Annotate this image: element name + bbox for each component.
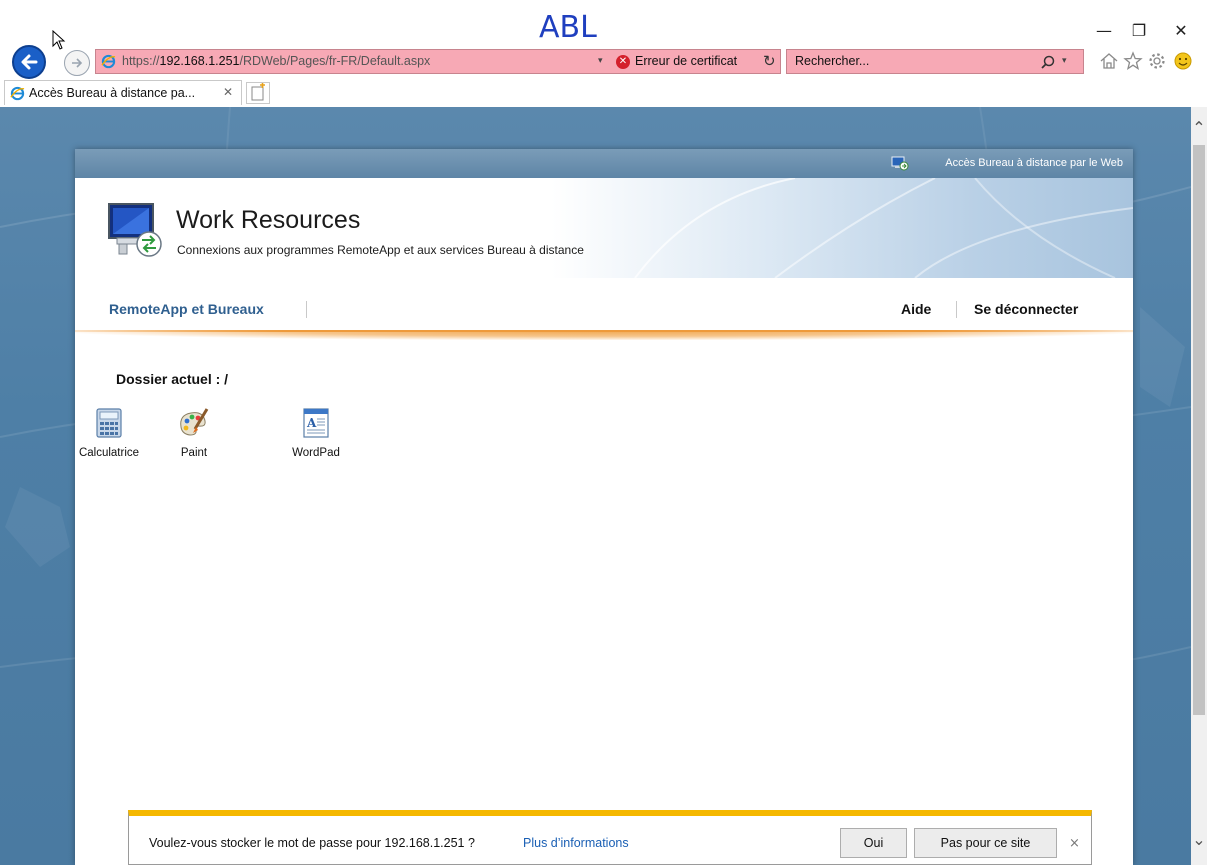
current-folder-label: Dossier actuel : / bbox=[116, 371, 229, 387]
app-label: Calculatrice bbox=[78, 447, 140, 459]
url-prefix: https:// bbox=[122, 54, 160, 68]
page-viewport: Accès Bureau à distance par le Web Work … bbox=[0, 107, 1191, 865]
remote-desktop-icon bbox=[108, 203, 162, 257]
ie-logo-icon bbox=[101, 54, 116, 69]
certificate-error-icon[interactable]: ✕ bbox=[616, 55, 630, 69]
app-tile-paint[interactable]: Paint bbox=[154, 407, 234, 477]
nav-divider bbox=[306, 301, 307, 318]
browser-tab[interactable]: Accès Bureau à distance pa... ✕ bbox=[4, 80, 242, 105]
url-text[interactable]: https://192.168.1.251/RDWeb/Pages/fr-FR/… bbox=[122, 54, 430, 68]
forward-button[interactable] bbox=[64, 50, 90, 76]
ie-logo-icon bbox=[10, 86, 25, 101]
search-input[interactable]: Rechercher... bbox=[795, 54, 869, 68]
browser-chrome: ABL — ❐ ✕ https://192.168.1.251/RDWeb/Pa… bbox=[0, 0, 1207, 107]
close-window-button[interactable]: ✕ bbox=[1170, 20, 1192, 42]
page-title: Work Resources bbox=[176, 206, 361, 234]
home-icon[interactable] bbox=[1098, 50, 1120, 72]
scroll-down-icon[interactable]: ⌄ bbox=[1192, 830, 1206, 850]
app-label: Paint bbox=[180, 447, 208, 459]
rdweb-nav: RemoteApp et Bureaux Aide Se déconnecter bbox=[75, 278, 1133, 330]
url-host: 192.168.1.251 bbox=[159, 54, 240, 68]
nav-remoteapp-tab[interactable]: RemoteApp et Bureaux bbox=[109, 301, 264, 317]
handwritten-annotation: ABL bbox=[539, 10, 597, 45]
back-arrow-icon bbox=[21, 54, 38, 70]
tab-title: Accès Bureau à distance pa... bbox=[29, 86, 196, 100]
app-tile-calculatrice[interactable]: Calculatrice bbox=[69, 407, 149, 477]
yes-button[interactable]: Oui bbox=[840, 828, 907, 858]
new-tab-button[interactable] bbox=[246, 82, 270, 104]
favorites-star-icon[interactable] bbox=[1122, 50, 1144, 72]
minimize-button[interactable]: — bbox=[1093, 20, 1115, 42]
save-password-notification: Voulez-vous stocker le mot de passe pour… bbox=[128, 810, 1092, 865]
url-path: /RDWeb/Pages/fr-FR/Default.aspx bbox=[239, 54, 431, 68]
search-icon[interactable] bbox=[1040, 54, 1056, 70]
svg-text:ABL: ABL bbox=[539, 10, 597, 45]
address-bar[interactable]: https://192.168.1.251/RDWeb/Pages/fr-FR/… bbox=[95, 49, 781, 74]
rdweb-page: Accès Bureau à distance par le Web Work … bbox=[75, 149, 1133, 865]
scrollbar-thumb[interactable] bbox=[1193, 145, 1205, 715]
remote-desktop-small-icon bbox=[891, 156, 909, 171]
mouse-cursor-icon bbox=[52, 30, 66, 50]
more-info-link[interactable]: Plus d’informations bbox=[523, 836, 629, 850]
back-button[interactable] bbox=[12, 45, 46, 79]
restore-button[interactable]: ❐ bbox=[1128, 20, 1150, 42]
forward-arrow-icon bbox=[72, 58, 83, 68]
notification-message: Voulez-vous stocker le mot de passe pour… bbox=[149, 836, 475, 850]
new-tab-icon bbox=[251, 83, 265, 101]
rdweb-service-label: Accès Bureau à distance par le Web bbox=[945, 157, 1123, 169]
scroll-up-icon[interactable]: ⌃ bbox=[1192, 118, 1206, 138]
app-tile-wordpad[interactable]: A WordPad bbox=[276, 407, 356, 477]
svg-text:A: A bbox=[306, 416, 317, 430]
address-dropdown-icon[interactable]: ▾ bbox=[598, 56, 603, 66]
search-box[interactable]: Rechercher... ▾ bbox=[786, 49, 1084, 74]
nav-accent-rule bbox=[75, 330, 1133, 332]
nav-help-link[interactable]: Aide bbox=[901, 301, 931, 317]
paint-palette-icon bbox=[180, 408, 209, 436]
certificate-error-label[interactable]: Erreur de certificat bbox=[635, 54, 737, 68]
notification-close-icon[interactable]: × bbox=[1069, 836, 1080, 851]
page-subtitle: Connexions aux programmes RemoteApp et a… bbox=[177, 243, 584, 257]
rdweb-header-strip: Accès Bureau à distance par le Web bbox=[75, 149, 1133, 178]
search-dropdown-icon[interactable]: ▾ bbox=[1062, 56, 1067, 66]
rdweb-banner: Work Resources Connexions aux programmes… bbox=[75, 178, 1133, 278]
calculator-icon bbox=[96, 408, 122, 438]
nav-divider bbox=[956, 301, 957, 318]
settings-gear-icon[interactable] bbox=[1146, 50, 1168, 72]
not-for-this-site-button[interactable]: Pas pour ce site bbox=[914, 828, 1057, 858]
app-label: WordPad bbox=[292, 447, 340, 459]
wordpad-icon: A bbox=[303, 408, 329, 438]
nav-logout-link[interactable]: Se déconnecter bbox=[974, 301, 1078, 317]
refresh-icon[interactable]: ↻ bbox=[763, 52, 776, 70]
tab-close-icon[interactable]: ✕ bbox=[223, 85, 233, 99]
feedback-smiley-icon[interactable] bbox=[1172, 50, 1194, 72]
